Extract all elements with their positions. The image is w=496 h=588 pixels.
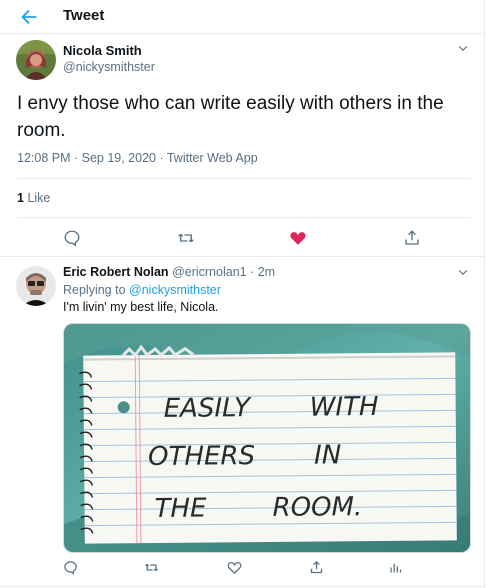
divider — [0, 256, 484, 257]
reply-time[interactable]: · 2m — [250, 265, 275, 279]
replying-prefix: Replying to — [63, 283, 126, 297]
reply-author-name[interactable]: Eric Robert Nolan — [63, 265, 169, 279]
photo-word: WITH — [310, 392, 379, 423]
heart-icon[interactable] — [227, 560, 242, 575]
divider — [17, 217, 471, 218]
heart-icon[interactable] — [289, 229, 307, 247]
tweet-page: Tweet Nicola Smith @nickysmithster I env… — [0, 0, 485, 588]
page-header: Tweet — [0, 0, 484, 33]
share-icon[interactable] — [403, 229, 421, 247]
chevron-down-icon[interactable] — [456, 266, 470, 280]
retweet-icon[interactable] — [144, 560, 159, 575]
reply-author-handle[interactable]: @ericrnolan1 — [172, 265, 247, 279]
avatar[interactable] — [16, 40, 56, 80]
comment-icon[interactable] — [63, 560, 78, 575]
bar-chart-icon[interactable] — [388, 560, 403, 575]
replying-to: Replying to @nickysmithster — [63, 283, 221, 297]
reply-photo[interactable]: EASILY WITH OTHERS IN THE ROOM. — [63, 323, 471, 553]
reply-text: I'm livin' my best life, Nicola. — [63, 300, 219, 314]
page-title: Tweet — [63, 7, 105, 24]
photo-word: THE — [154, 494, 207, 524]
likes-label: Like — [27, 191, 51, 205]
comment-icon[interactable] — [63, 229, 81, 247]
tweet-text: I envy those who can write easily with o… — [17, 93, 444, 141]
photo-word: IN — [314, 440, 341, 470]
likes-count: 1 — [17, 191, 24, 205]
divider — [0, 33, 484, 34]
photo-word: OTHERS — [148, 441, 255, 472]
arrow-left-icon[interactable] — [18, 6, 40, 28]
reply-header: Eric Robert Nolan @ericrnolan1 · 2m — [63, 265, 275, 279]
replying-handle[interactable]: @nickysmithster — [129, 283, 221, 297]
divider — [17, 178, 471, 179]
photo-word: EASILY — [164, 393, 253, 424]
photo-word: ROOM. — [272, 492, 362, 523]
tweet-meta[interactable]: 12:08 PM · Sep 19, 2020 · Twitter Web Ap… — [17, 151, 258, 165]
author-handle[interactable]: @nickysmithster — [63, 60, 155, 74]
retweet-icon[interactable] — [177, 229, 195, 247]
chevron-down-icon[interactable] — [456, 42, 470, 56]
likes-summary[interactable]: 1 Like — [17, 191, 50, 205]
avatar[interactable] — [16, 266, 56, 306]
share-icon[interactable] — [309, 560, 324, 575]
divider — [0, 586, 484, 587]
author-name[interactable]: Nicola Smith — [63, 43, 142, 58]
